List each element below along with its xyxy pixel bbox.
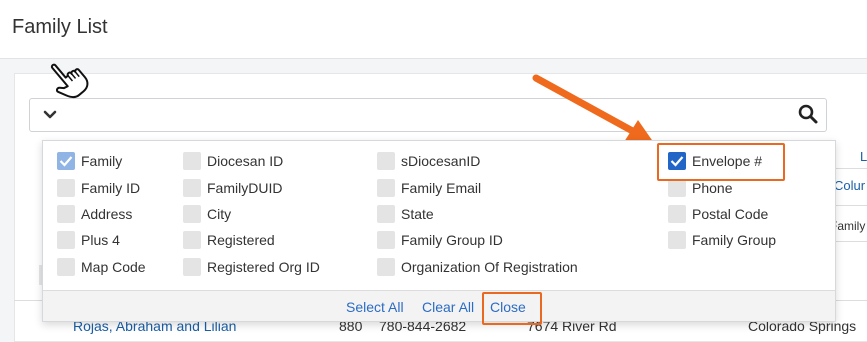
table-column-link[interactable]: Colur	[834, 178, 865, 193]
column-option-label: Phone	[692, 180, 733, 196]
column-option-label: Postal Code	[692, 206, 769, 222]
checkbox-unchecked[interactable]	[377, 258, 395, 276]
checkbox-unchecked[interactable]	[377, 152, 395, 170]
column-option-label: Family Group ID	[401, 232, 503, 248]
checkbox-unchecked[interactable]	[668, 205, 686, 223]
checkbox-unchecked[interactable]	[377, 179, 395, 197]
pointer-hand-icon	[50, 63, 89, 99]
column-option-label: Family Group	[692, 232, 777, 248]
column-option-label: State	[401, 206, 434, 222]
checkbox-unchecked[interactable]	[57, 231, 75, 249]
envelope-highlight-box	[657, 143, 785, 181]
select-all-button[interactable]: Select All	[346, 299, 404, 315]
annotation-arrow	[532, 74, 654, 143]
column-option-label: Organization Of Registration	[401, 259, 578, 275]
column-option-label: Family ID	[81, 180, 141, 196]
chevron-down-icon[interactable]	[40, 104, 60, 124]
checkbox-unchecked[interactable]	[668, 179, 686, 197]
top-bar: Family List	[0, 0, 867, 59]
column-option-label: Diocesan ID	[207, 153, 284, 169]
column-option-label: Address	[81, 206, 133, 222]
search-bar[interactable]	[29, 98, 827, 132]
checkbox-unchecked[interactable]	[57, 179, 75, 197]
checkbox-unchecked[interactable]	[57, 205, 75, 223]
checkbox-unchecked[interactable]	[183, 179, 201, 197]
column-option-label: sDiocesanID	[401, 153, 481, 169]
checkbox-unchecked[interactable]	[183, 152, 201, 170]
checkbox-unchecked[interactable]	[183, 231, 201, 249]
checkbox-unchecked[interactable]	[183, 205, 201, 223]
column-option-label: Registered Org ID	[207, 259, 320, 275]
checkbox-unchecked[interactable]	[377, 231, 395, 249]
search-icon[interactable]	[797, 103, 819, 125]
close-highlight-box	[482, 292, 542, 325]
checkbox-checked[interactable]	[57, 152, 75, 170]
checkbox-unchecked[interactable]	[183, 258, 201, 276]
checkbox-unchecked[interactable]	[668, 231, 686, 249]
column-option-label: Family	[81, 153, 123, 169]
column-option-label: Plus 4	[81, 232, 120, 248]
column-option-label: Family Email	[401, 180, 482, 196]
table-header-link[interactable]: L	[860, 149, 867, 164]
page-title: Family List	[12, 16, 108, 38]
checkbox-unchecked[interactable]	[57, 258, 75, 276]
checkbox-unchecked[interactable]	[377, 205, 395, 223]
column-option-label: City	[207, 206, 232, 222]
check-icon	[59, 156, 73, 167]
column-option-label: Map Code	[81, 259, 146, 275]
clear-all-button[interactable]: Clear All	[422, 299, 474, 315]
column-option-label: FamilyDUID	[207, 180, 283, 196]
column-option-label: Registered	[207, 232, 275, 248]
